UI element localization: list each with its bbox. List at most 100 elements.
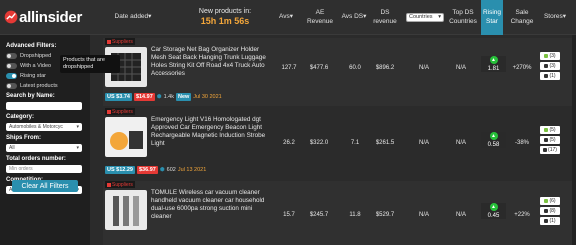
ds-revenue-value: $261.5: [375, 140, 395, 146]
avs-ds-label: Avs DS: [341, 13, 364, 21]
search-input[interactable]: [6, 102, 82, 110]
product-title[interactable]: TOMULE Wireless car vacuum cleaner handh…: [151, 189, 271, 220]
product-row[interactable]: Suppliers Car Storage Net Bag Organizer …: [103, 38, 576, 106]
sort-stores[interactable]: Stores ▾: [540, 0, 570, 35]
toggle-rising-star[interactable]: Rising star: [6, 72, 84, 79]
product-image: [105, 190, 147, 230]
category-value: Automobiles & Motorcyc: [9, 124, 63, 130]
product-row[interactable]: Suppliers TOMULE Wireless car vacuum cle…: [103, 181, 576, 245]
suppliers-badge[interactable]: Suppliers: [105, 38, 135, 45]
store-chip[interactable]: (3): [540, 62, 560, 70]
sort-rising-star[interactable]: Rising Star: [481, 0, 503, 35]
rising-star-value: 0.45: [487, 213, 500, 219]
rising-star-label: Rising Star: [482, 9, 502, 25]
price-us: US $3.74: [105, 93, 132, 101]
ae-revenue-value: $245.7: [309, 212, 329, 218]
rising-star-cell: ▲ 0.45: [481, 203, 506, 219]
search-by-name-label: Search by Name:: [6, 93, 55, 99]
dropshipped-tooltip: Products that are dropshipped: [60, 55, 120, 73]
new-tag: New: [175, 93, 192, 101]
toggle-latest-products[interactable]: Latest products: [6, 82, 84, 89]
store-chip[interactable]: (1): [540, 72, 560, 80]
clear-all-filters-button[interactable]: Clear All Filters: [12, 180, 78, 192]
suppliers-icon: [107, 182, 111, 187]
product-title[interactable]: Emergency Light V16 Homologated dgt Appr…: [151, 116, 271, 147]
rising-star-cell: ▲ 0.58: [481, 132, 506, 148]
sale-change-value: -38%: [514, 140, 529, 146]
store-count: (17): [548, 147, 557, 153]
sort-avs[interactable]: Avs ▾: [274, 0, 298, 35]
ae-revenue-label: AE Revenue: [306, 9, 334, 25]
arrow-up-icon: ▲: [489, 132, 498, 140]
ae-revenue-value: $322.0: [309, 140, 329, 146]
store-chip[interactable]: (5): [540, 126, 560, 134]
stores-list: (3) (3) (1): [540, 52, 560, 80]
store-chip[interactable]: (8): [540, 207, 560, 215]
suppliers-badge[interactable]: Suppliers: [105, 181, 135, 188]
avs-value: 15.7: [283, 212, 295, 218]
arrow-up-icon: ▲: [489, 203, 498, 211]
toggle-switch[interactable]: [6, 52, 17, 59]
store-icon: [544, 54, 549, 58]
sort-date-added[interactable]: Date added ▾: [108, 0, 158, 35]
ae-revenue-value: $477.6: [309, 65, 329, 71]
toggle-switch[interactable]: [6, 72, 17, 79]
top-ds-value: N/A: [418, 140, 429, 146]
stores-label: Stores: [543, 13, 563, 21]
sort-sale-change[interactable]: Sale Change: [506, 0, 538, 35]
store-count: (3): [549, 63, 556, 69]
top-ds-countries-value: N/A: [455, 140, 466, 146]
countries-select-value: Countries: [409, 14, 433, 21]
date-added-label: Date added: [114, 13, 149, 21]
date-added: Jul 30 2021: [193, 94, 222, 100]
category-select[interactable]: Automobiles & Motorcyc ▾: [6, 123, 82, 131]
logo-icon: [4, 10, 18, 24]
store-chip[interactable]: (5): [540, 136, 560, 144]
rising-star-value: 1.81: [487, 66, 500, 72]
product-thumbnail[interactable]: [105, 190, 147, 230]
ds-revenue-value: $896.2: [375, 65, 395, 71]
product-thumbnail[interactable]: [105, 117, 147, 157]
store-icon: [544, 209, 549, 213]
toggle-switch[interactable]: [6, 82, 17, 89]
suppliers-label: Suppliers: [112, 181, 133, 188]
stores-list: (6) (8) (1): [540, 197, 560, 225]
suppliers-badge[interactable]: Suppliers: [105, 108, 135, 115]
arrow-up-icon: ▲: [489, 56, 498, 64]
top-ds-countries-header: Top DS Countries: [446, 0, 480, 35]
top-ds-value: N/A: [418, 212, 429, 218]
rising-star-cell: ▲ 1.81: [481, 56, 506, 72]
product-title[interactable]: Car Storage Net Bag Organizer Holder Mes…: [151, 46, 271, 77]
ships-from-select[interactable]: All ▾: [6, 144, 82, 152]
toggle-switch[interactable]: [6, 62, 17, 69]
toggle-label: Latest products: [20, 82, 58, 89]
product-row[interactable]: Suppliers Emergency Light V16 Homologate…: [103, 108, 576, 176]
scrollbar[interactable]: [572, 35, 576, 245]
store-chip[interactable]: (6): [540, 197, 560, 205]
suppliers-label: Suppliers: [112, 38, 133, 45]
logo[interactable]: allinsider: [4, 6, 82, 28]
sort-avs-ds[interactable]: Avs DS ▾: [340, 0, 368, 35]
logo-text: allinsider: [19, 8, 82, 26]
toggle-label: Rising star: [20, 72, 46, 79]
store-count: (1): [549, 73, 556, 79]
store-count: (6): [549, 198, 556, 204]
store-chip[interactable]: (1): [540, 217, 560, 225]
suppliers-icon: [107, 109, 111, 114]
price-old: $14.97: [133, 93, 155, 101]
sort-caret-icon: ▾: [363, 13, 367, 21]
price-old: $36.97: [137, 166, 158, 174]
sort-ds-revenue[interactable]: DS revenue: [370, 0, 400, 35]
store-icon: [543, 148, 548, 152]
sort-ae-revenue[interactable]: AE Revenue: [302, 0, 338, 35]
store-icon: [544, 64, 549, 68]
product-image: [105, 117, 147, 157]
chevron-down-icon: ▾: [76, 145, 79, 151]
min-orders-placeholder: Min orders: [9, 166, 33, 172]
store-chip[interactable]: (3): [540, 52, 560, 60]
total-orders-label: Total orders number:: [6, 156, 66, 162]
store-chip[interactable]: (17): [540, 146, 560, 154]
top-ds-value: N/A: [418, 65, 429, 71]
min-orders-input[interactable]: Min orders: [6, 165, 82, 173]
countries-select[interactable]: Countries ▾: [406, 13, 444, 22]
